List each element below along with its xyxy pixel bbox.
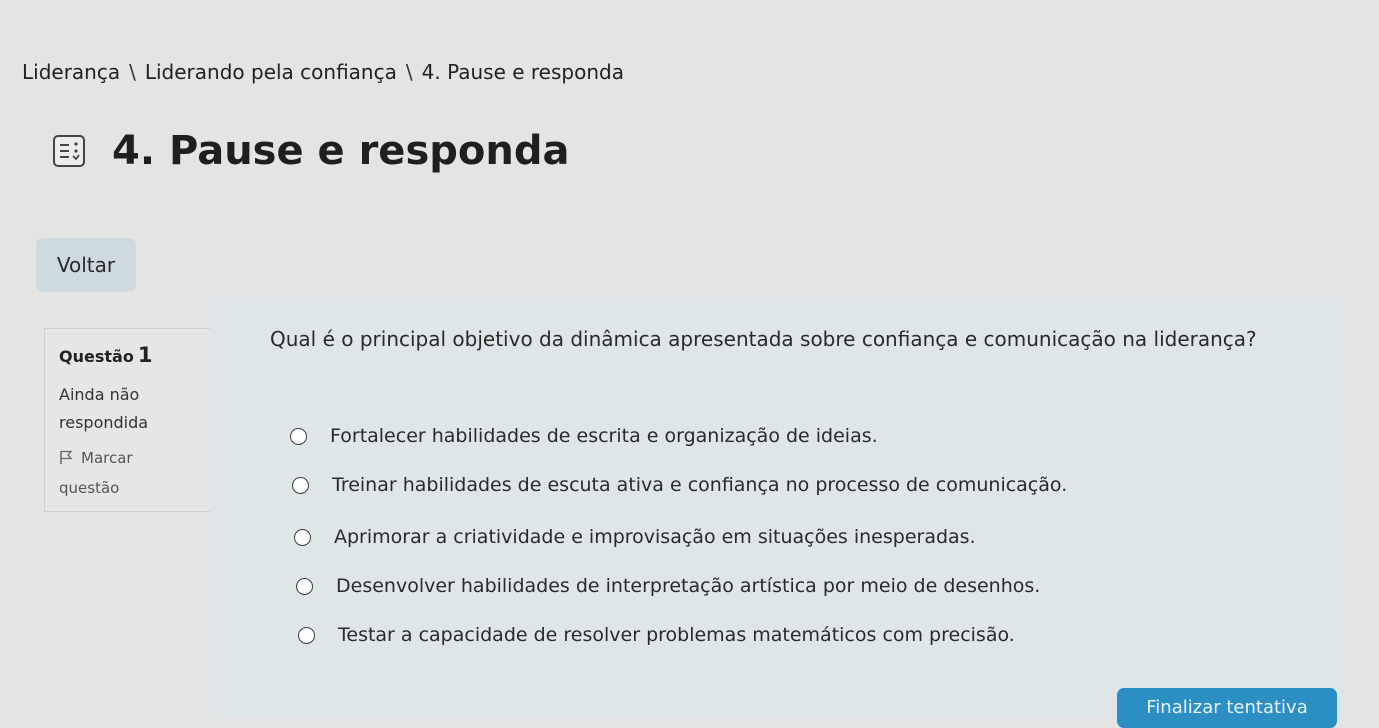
breadcrumb-item-liderando-pela-confianca[interactable]: Liderando pela confiança: [145, 60, 397, 84]
page-title: 4. Pause e responda: [112, 128, 570, 174]
answer-option-4[interactable]: Desenvolver habilidades de interpretação…: [296, 575, 1040, 597]
question-number-value: 1: [137, 343, 153, 367]
answer-radio-4[interactable]: [296, 577, 313, 595]
back-button[interactable]: Voltar: [36, 238, 136, 292]
answer-label-2: Treinar habilidades de escuta ativa e co…: [332, 474, 1068, 496]
question-label: Questão: [59, 347, 134, 366]
flag-icon: [59, 445, 73, 464]
page-header: 4. Pause e responda: [52, 128, 569, 174]
breadcrumb-item-lideranca[interactable]: Liderança: [22, 60, 120, 84]
answer-label-5: Testar a capacidade de resolver problema…: [338, 624, 1015, 646]
flag-question-line2: questão: [59, 479, 120, 497]
answer-label-4: Desenvolver habilidades de interpretação…: [336, 575, 1041, 597]
answer-radio-2[interactable]: [292, 476, 309, 494]
answer-radio-3[interactable]: [294, 528, 311, 546]
flag-question-toggle[interactable]: Marcar questão: [59, 443, 197, 503]
breadcrumb: Liderança \ Liderando pela confiança \ 4. Pa…: [22, 60, 624, 84]
question-status: Ainda não respondida: [59, 381, 197, 437]
question-number: Questão 1: [59, 343, 197, 367]
answer-radio-1[interactable]: [290, 427, 307, 445]
breadcrumb-separator: \: [405, 60, 413, 84]
question-info-panel: Questão 1 Ainda não respondida Marcar que…: [44, 328, 212, 512]
answer-option-1[interactable]: Fortalecer habilidades de escrita e orga…: [290, 425, 878, 447]
answer-option-3[interactable]: Aprimorar a criatividade e improvisação …: [294, 526, 976, 548]
answer-label-3: Aprimorar a criatividade e improvisação …: [334, 526, 976, 548]
quiz-icon: [52, 134, 86, 168]
answer-label-1: Fortalecer habilidades de escrita e orga…: [330, 425, 878, 447]
breadcrumb-separator: \: [129, 60, 136, 84]
question-status-line2: respondida: [59, 413, 149, 432]
answer-option-2[interactable]: Treinar habilidades de escuta ativa e co…: [292, 474, 1067, 496]
question-panel: Qual é o principal objetivo da dinâmica …: [210, 297, 1346, 718]
breadcrumb-item-current: 4. Pause e responda: [421, 60, 624, 84]
flag-question-line1: Marcar: [81, 449, 133, 467]
question-text: Qual é o principal objetivo da dinâmica …: [270, 327, 1257, 351]
answer-radio-5[interactable]: [298, 626, 315, 644]
finish-attempt-button[interactable]: Finalizar tentativa: [1117, 688, 1337, 728]
answer-option-5[interactable]: Testar a capacidade de resolver problema…: [298, 624, 1015, 646]
question-status-line1: Ainda não: [59, 385, 140, 404]
